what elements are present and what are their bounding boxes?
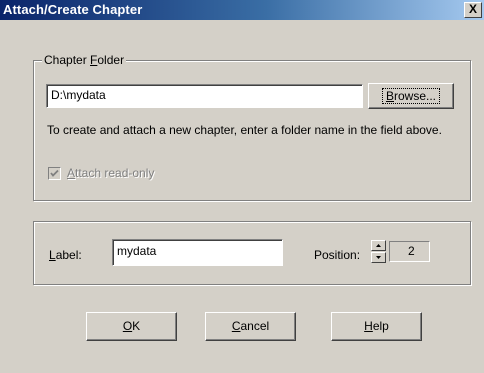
checkmark-icon: [50, 169, 59, 177]
title-bar: Attach/Create Chapter X: [0, 0, 484, 20]
readonly-checkbox[interactable]: [48, 167, 61, 180]
ok-button[interactable]: OK: [86, 312, 177, 341]
cancel-button[interactable]: Cancel: [205, 312, 296, 341]
position-value[interactable]: 2: [389, 241, 430, 262]
readonly-label: Attach read-only: [67, 166, 155, 180]
spin-down-arrow-icon: [376, 256, 381, 259]
position-spin-up[interactable]: [371, 240, 386, 251]
chapter-folder-legend: Chapter Folder: [42, 53, 127, 67]
label-field-label: Label:: [49, 248, 82, 262]
position-spin-down[interactable]: [371, 252, 386, 263]
position-label: Position:: [314, 248, 361, 262]
help-button[interactable]: Help: [331, 312, 422, 341]
spin-up-arrow-icon: [376, 244, 381, 247]
folder-path-input[interactable]: D:\mydata: [46, 84, 363, 108]
window-title: Attach/Create Chapter: [3, 2, 143, 17]
label-input[interactable]: mydata: [112, 239, 283, 266]
help-button-label: Help: [364, 319, 389, 333]
close-icon: X: [468, 2, 477, 16]
browse-button[interactable]: Browse...: [368, 83, 454, 109]
folder-help-text: To create and attach a new chapter, ente…: [47, 123, 442, 137]
cancel-button-label: Cancel: [231, 319, 270, 333]
browse-button-label: Browse...: [381, 88, 441, 104]
ok-button-label: OK: [122, 319, 141, 333]
close-button[interactable]: X: [464, 2, 482, 18]
